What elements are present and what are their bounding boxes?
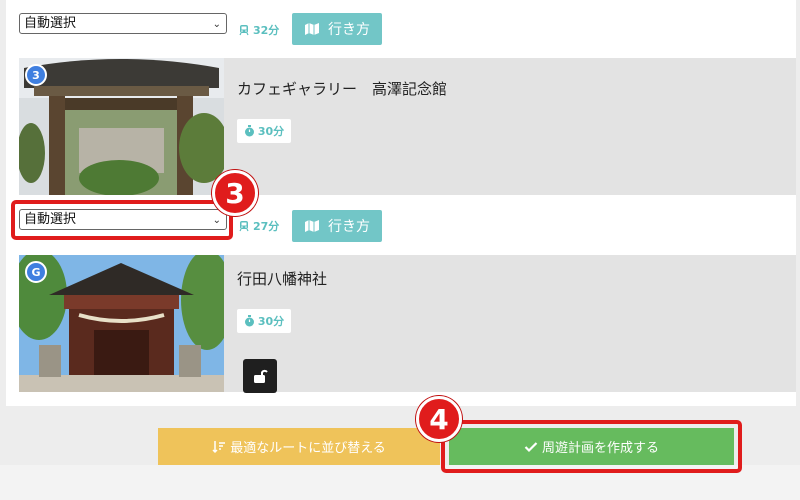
travel-time: 27分 <box>238 218 279 234</box>
step4-highlight <box>441 420 742 473</box>
lock-toggle-button[interactable] <box>243 359 277 393</box>
step3-highlight <box>11 200 233 240</box>
spot-name: カフェギャラリー 高澤記念館 <box>237 80 448 98</box>
unlock-icon <box>254 369 268 383</box>
travel-time: 32分 <box>238 22 279 38</box>
directions-label: 行き方 <box>328 219 370 235</box>
transport-mode-select[interactable]: 自動選択 ⌄ <box>19 13 227 34</box>
spot-photo: 3 <box>19 58 224 195</box>
sort-route-button[interactable]: 最適なルートに並び替える <box>158 428 440 465</box>
sort-icon <box>212 440 226 453</box>
sort-route-label: 最適なルートに並び替える <box>230 441 386 456</box>
spot-name: 行田八幡神社 <box>237 270 328 288</box>
train-icon <box>239 221 249 232</box>
spot-card: 3 カフェギャラリー 高澤記念館 30分 <box>19 58 796 195</box>
stay-time-value: 30分 <box>257 315 285 328</box>
directions-label: 行き方 <box>328 22 370 38</box>
timer-icon <box>244 315 254 327</box>
spot-order-badge: 3 <box>25 64 47 86</box>
step3-badge: 3 <box>212 170 258 216</box>
spot-order-badge: G <box>25 261 47 283</box>
travel-time-value: 32分 <box>253 24 280 37</box>
train-icon <box>239 25 249 36</box>
chevron-down-icon: ⌄ <box>212 19 221 30</box>
spot-card: G 行田八幡神社 30分 <box>19 255 796 393</box>
stay-time-value: 30分 <box>257 125 285 138</box>
timer-icon <box>244 125 254 137</box>
stay-time: 30分 <box>237 119 291 143</box>
transport-mode-value: 自動選択 <box>24 16 77 31</box>
directions-button[interactable]: 行き方 <box>292 210 382 242</box>
stay-time: 30分 <box>237 309 291 333</box>
travel-time-value: 27分 <box>253 220 280 233</box>
map-icon <box>305 220 319 232</box>
directions-button[interactable]: 行き方 <box>292 13 382 45</box>
step4-badge: 4 <box>416 396 462 442</box>
map-icon <box>305 23 319 35</box>
spot-photo: G <box>19 255 224 392</box>
